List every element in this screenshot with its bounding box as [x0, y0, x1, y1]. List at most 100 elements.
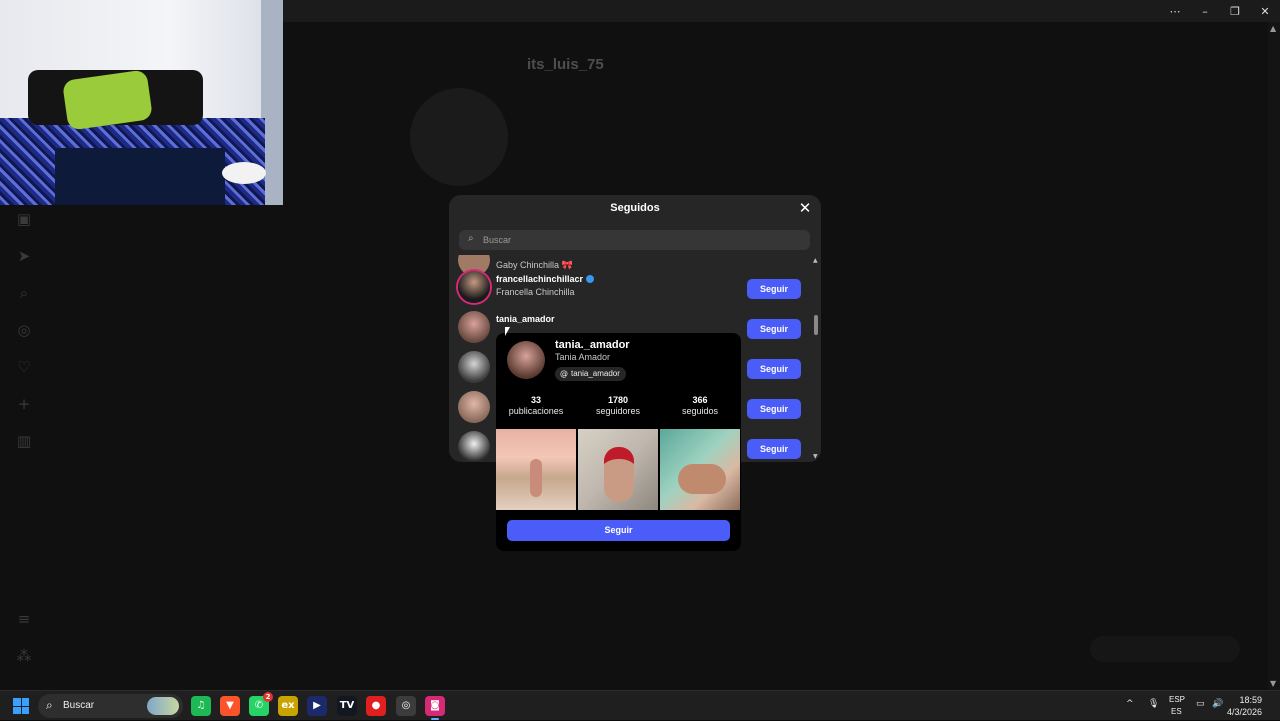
- left-sidebar: ▣ ➤ ⌕ ◎ ♡ + ▥ ≡ ⁂: [0, 205, 48, 685]
- stat-value: 366: [692, 395, 708, 405]
- background-username: its_luis_75: [527, 56, 604, 73]
- messages-icon[interactable]: ➤: [14, 247, 34, 267]
- threads-badge[interactable]: @ tania_amador: [555, 367, 626, 381]
- chevron-up-icon[interactable]: ^: [1126, 699, 1134, 709]
- instagram-glyph: ◙: [430, 700, 440, 711]
- dashboard-icon[interactable]: ▥: [14, 432, 34, 452]
- follow-button[interactable]: Seguir: [747, 359, 801, 379]
- windows-start-icon[interactable]: [13, 698, 29, 714]
- avatar[interactable]: [458, 431, 490, 462]
- scroll-up-icon[interactable]: ▲: [1270, 24, 1276, 33]
- follow-button[interactable]: Seguir: [747, 319, 801, 339]
- username[interactable]: francellachinchillacr: [496, 274, 583, 284]
- minimize-icon[interactable]: –: [1190, 0, 1220, 22]
- brave-glyph: ▼: [226, 700, 234, 711]
- excel-app-glyph: ex: [281, 700, 295, 711]
- post-thumbnail[interactable]: [578, 429, 658, 510]
- modal-title: Seguidos: [610, 202, 660, 214]
- background-avatar: [410, 88, 508, 186]
- whatsapp-glyph: ✆: [254, 700, 264, 711]
- restore-icon[interactable]: ❐: [1220, 0, 1250, 22]
- scroll-down-icon[interactable]: ▼: [1270, 679, 1276, 688]
- spotify-glyph: ♫: [196, 700, 206, 711]
- verified-icon: [586, 275, 595, 283]
- taskbar-search[interactable]: ⌕ Buscar: [38, 694, 183, 718]
- terminal-glyph: ▶: [313, 700, 321, 711]
- avatar[interactable]: [458, 271, 490, 303]
- tradingview-icon[interactable]: TV: [337, 696, 357, 716]
- post-thumbnail[interactable]: [496, 429, 576, 510]
- stat-label: publicaciones: [508, 406, 564, 416]
- profile-hover-card: tania._amador Tania Amador @ tania_amador…: [496, 333, 741, 551]
- recorder-icon[interactable]: ●: [366, 696, 386, 716]
- stat-value: 33: [530, 395, 541, 405]
- stat-label: seguidos: [681, 406, 719, 416]
- create-icon[interactable]: +: [14, 395, 34, 415]
- search-icon: ⌕: [468, 233, 474, 244]
- apps-icon[interactable]: ⁂: [14, 647, 34, 667]
- search-icon: ⌕: [46, 698, 53, 712]
- list-scrollbar[interactable]: ▲ ▼: [811, 255, 821, 462]
- notification-badge: 2: [263, 692, 273, 702]
- whatsapp-icon[interactable]: ✆ 2: [249, 692, 273, 716]
- browser-window: ⋯ – ❐ ✕ its_luis_75 ▣ ➤ ⌕ ◎ ♡ + ▥ ≡ ⁂ ▲ …: [0, 0, 1280, 690]
- excel-app-icon[interactable]: ex: [278, 696, 298, 716]
- reels-icon[interactable]: ▣: [14, 210, 34, 230]
- network-icon[interactable]: ▭: [1196, 699, 1205, 709]
- follow-button[interactable]: Seguir: [747, 439, 801, 459]
- page-scrollbar[interactable]: ▲ ▼: [1268, 22, 1280, 690]
- list-item[interactable]: francellachinchillacr Francella Chinchil…: [449, 267, 809, 307]
- threads-icon: @: [560, 369, 568, 378]
- modal-header: Seguidos ✕: [449, 195, 821, 223]
- username[interactable]: tania_amador: [496, 314, 555, 324]
- scroll-thumb[interactable]: [814, 315, 818, 335]
- clock-time[interactable]: 18:59: [1222, 695, 1262, 705]
- heart-icon[interactable]: ♡: [14, 358, 34, 378]
- avatar[interactable]: [458, 391, 490, 423]
- search-icon[interactable]: ⌕: [14, 284, 34, 304]
- scroll-down-icon[interactable]: ▼: [813, 453, 818, 460]
- follow-button[interactable]: Seguir: [747, 399, 801, 419]
- tradingview-glyph: TV: [339, 700, 355, 711]
- mouse-cursor-icon: [505, 327, 510, 336]
- chrome-icon[interactable]: ◎: [396, 696, 416, 716]
- hover-follow-button[interactable]: Seguir: [507, 520, 730, 541]
- more-icon[interactable]: ⋯: [1160, 0, 1190, 22]
- chrome-glyph: ◎: [401, 700, 411, 711]
- taskbar-search-label: Buscar: [63, 700, 95, 711]
- search-box[interactable]: ⌕: [459, 230, 810, 250]
- language-code[interactable]: ESP: [1169, 695, 1185, 704]
- avatar[interactable]: [458, 351, 490, 383]
- microphone-icon[interactable]: 🎙: [1148, 699, 1159, 709]
- clock-date[interactable]: 4/3/2026: [1222, 707, 1262, 717]
- layout-code[interactable]: ES: [1171, 707, 1182, 716]
- system-tray: ^ 🎙 ESP ES ▭ 🔊 18:59 4/3/2026: [1120, 691, 1280, 721]
- scroll-up-icon[interactable]: ▲: [813, 257, 818, 264]
- stat-followers: 1780 seguidores: [578, 395, 658, 416]
- follow-button[interactable]: Seguir: [747, 279, 801, 299]
- terminal-icon[interactable]: ▶: [307, 696, 327, 716]
- menu-icon[interactable]: ≡: [14, 610, 34, 630]
- search-input[interactable]: [483, 232, 783, 248]
- post-thumbnail[interactable]: [660, 429, 740, 510]
- instagram-icon[interactable]: ◙: [425, 696, 445, 720]
- webcam-overlay: [0, 0, 283, 205]
- spotify-icon[interactable]: ♫: [191, 696, 211, 716]
- avatar[interactable]: [458, 311, 490, 343]
- brave-icon[interactable]: ▼: [220, 696, 240, 716]
- post-previews: [496, 429, 741, 510]
- close-icon[interactable]: ✕: [797, 200, 813, 216]
- hover-avatar[interactable]: [507, 341, 545, 379]
- explore-icon[interactable]: ◎: [14, 321, 34, 341]
- close-window-icon[interactable]: ✕: [1250, 0, 1280, 22]
- background-footer: [290, 612, 990, 652]
- taskbar: ⌕ Buscar ^ 🎙 ESP ES ▭ 🔊 18:59 4/3/2026 ♫…: [0, 690, 1280, 720]
- stat-label: seguidores: [595, 406, 641, 416]
- hover-username[interactable]: tania._amador: [555, 339, 630, 351]
- hover-full-name: Tania Amador: [555, 352, 611, 362]
- messages-pill[interactable]: [1090, 636, 1240, 662]
- stat-posts: 33 publicaciones: [496, 395, 576, 416]
- stat-value: 1780: [607, 395, 629, 405]
- recorder-glyph: ●: [371, 700, 381, 711]
- search-highlight-icon: [147, 697, 179, 715]
